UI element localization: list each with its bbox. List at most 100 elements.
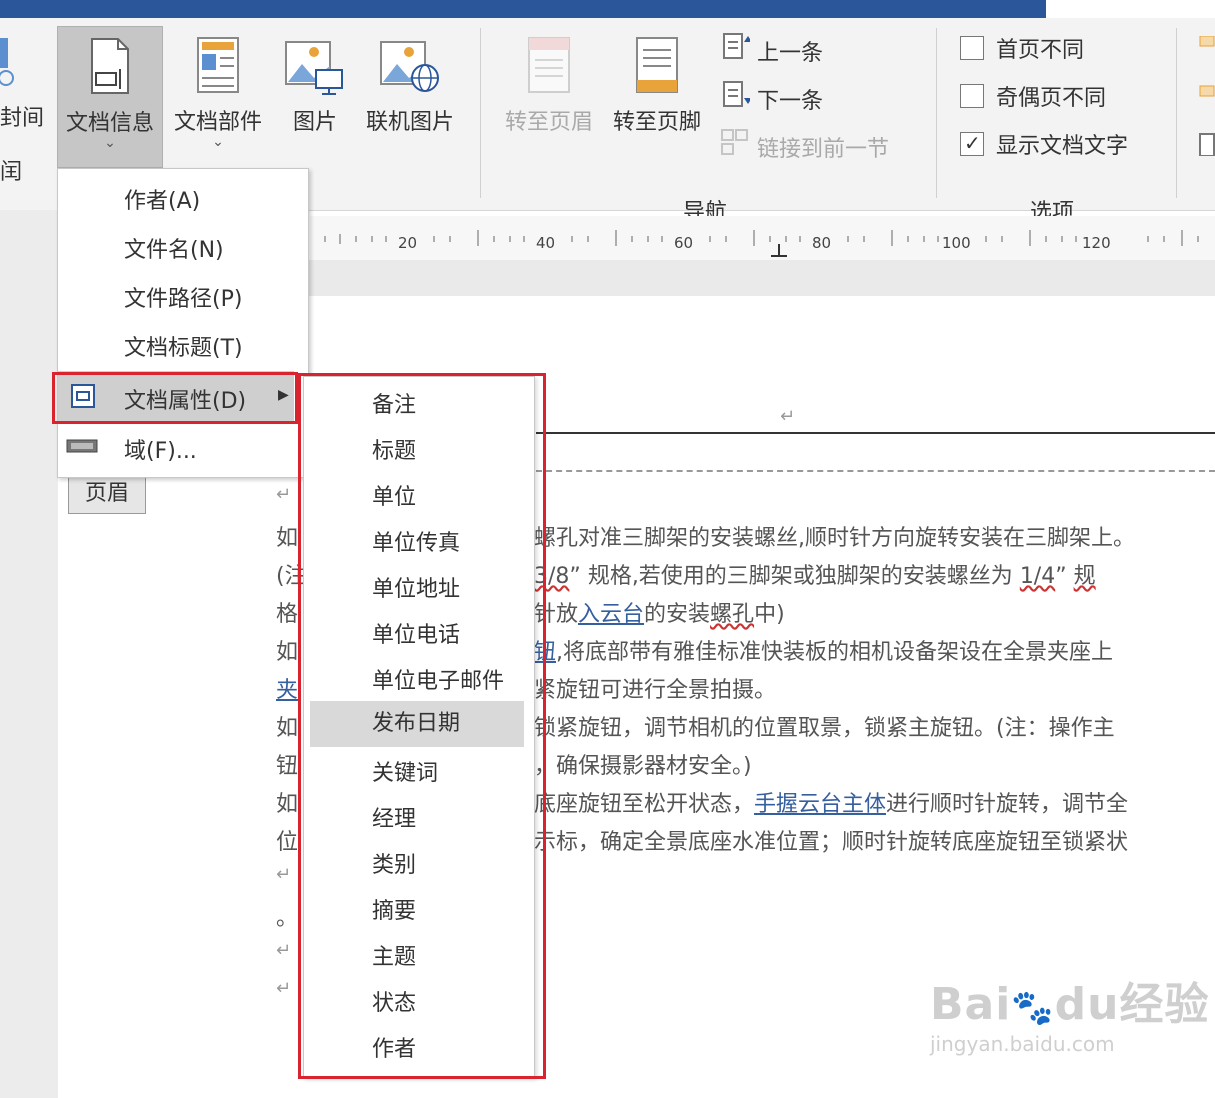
previous-icon [722,33,752,66]
title-bar [0,0,1046,18]
different-first-page-checkbox[interactable] [960,36,984,60]
header-tag: 页眉 [68,476,146,514]
online-pictures-button[interactable]: 联机图片 [358,26,462,166]
text-fragment: 如 [276,526,299,551]
submenu-item[interactable]: 备注 [372,387,416,419]
submenu-item[interactable]: 关键词 [372,755,438,787]
document-line: 示标，确定全景底座水准位置；顺时针旋转底座旋钮至锁紧状 [534,830,1129,855]
goto-footer-label: 转至页脚 [612,110,701,135]
paragraph-mark: ↵ [276,484,292,505]
submenu-item[interactable]: 作者 [372,1031,416,1063]
submenu-item[interactable]: 经理 [372,801,416,833]
text-fragment: 格 [276,602,299,627]
document-line: 紧旋钮可进行全景拍摄。 [534,678,777,703]
online-pictures-label: 联机图片 [365,110,454,135]
document-info-button[interactable]: 文档信息 ⌄ [57,26,163,168]
submenu-item[interactable]: 类别 [372,847,416,879]
baidu-watermark: Bai🐾du经验 jingyan.baidu.com [930,968,1209,1056]
text-fragment: 如 [276,792,299,817]
text-fragment: 如 [276,716,299,741]
header-boundary [536,470,1215,472]
document-line: 锁紧旋钮，调节相机的位置取景，锁紧主旋钮。(注：操作主 [534,716,1115,741]
menu-item-filename[interactable]: 文件名(N) [124,232,224,264]
next-button[interactable]: 下一条 [722,80,823,115]
text-fragment: 位 [276,830,299,855]
different-odd-even-label: 奇偶页不同 [996,86,1107,111]
different-odd-even-checkbox[interactable] [960,84,984,108]
submenu-arrow-icon: ▶ [278,387,289,403]
document-property-submenu: 备注 标题 单位 单位传真 单位地址 单位电话 单位电子邮件 发布日期 关键词 … [303,376,535,1078]
paragraph-mark: ↵ [780,406,796,427]
previous-label: 上一条 [757,41,824,66]
document-line: 螺孔对准三脚架的安装螺丝,顺时针方向旋转安装在三脚架上。 [534,526,1135,551]
partial-left-label[interactable]: 封间 [0,100,44,132]
partial-position-icon[interactable] [1196,35,1215,160]
menu-item-field[interactable]: 域(F)... [124,433,197,465]
previous-button[interactable]: 上一条 [722,32,823,67]
goto-header-icon [527,36,571,100]
document-info-label: 文档信息 [65,111,154,136]
show-document-text-label: 显示文档文字 [996,134,1129,159]
document-info-menu: 作者(A) 文件名(N) 文件路径(P) 文档标题(T) 文档属性(D) ▶ 域… [57,168,309,478]
menu-item-author[interactable]: 作者(A) [124,183,200,215]
submenu-item[interactable]: 标题 [372,433,416,465]
horizontal-ruler[interactable]: 20 40 60 80 100 120 [310,216,1215,261]
text-fragment: 夹 [276,678,299,703]
document-line-2: 3/8” 规格,若使用的三脚架或独脚架的安装螺丝为 1/4” 规 [534,564,1096,589]
watermark-brand-2: du [1054,979,1120,1030]
document-info-icon [88,37,132,101]
quick-parts-button[interactable]: 文档部件 ⌄ [166,26,270,166]
text-fragment: (注 [276,564,307,589]
submenu-item[interactable]: 单位地址 [372,571,460,603]
header-border-line [536,432,1215,434]
submenu-item[interactable]: 单位电话 [372,617,460,649]
document-property-icon [70,383,98,413]
ruler-tick: 80 [812,234,832,252]
next-label: 下一条 [757,89,824,114]
watermark-url: jingyan.baidu.com [930,1032,1115,1056]
group-divider [936,28,937,198]
paragraph-mark: ↵ [276,978,292,999]
submenu-item-highlighted[interactable]: 发布日期 [310,701,524,747]
paragraph-mark: ↵ [276,940,292,961]
document-line-8: 底座旋钮至松开状态，手握云台主体进行顺时针旋转，调节全 [534,792,1129,817]
show-document-text-checkbox[interactable] [960,131,984,156]
menu-item-filepath[interactable]: 文件路径(P) [124,281,242,313]
menu-item-document-title[interactable]: 文档标题(T) [124,330,243,362]
next-icon [722,81,752,114]
link-to-previous-button[interactable]: 链接到前一节 [720,128,889,163]
submenu-item[interactable]: 主题 [372,939,416,971]
partial-clock-icon [0,38,14,88]
watermark-brand: Bai [930,979,1012,1030]
pictures-button[interactable]: 图片 [275,26,355,166]
submenu-item[interactable]: 摘要 [372,893,416,925]
goto-header-button[interactable]: 转至页眉 [496,26,602,166]
goto-footer-button[interactable]: 转至页脚 [604,26,710,166]
document-line: ，确保摄影器材安全。) [534,754,752,779]
quick-parts-label: 文档部件 [173,110,262,135]
text-fragment: 。 [276,906,299,931]
text-fragment: 如 [276,640,299,665]
pictures-label: 图片 [292,110,337,135]
submenu-item[interactable]: 单位 [372,479,416,511]
watermark-brand-cn: 经验 [1119,979,1210,1030]
ruler-tick: 100 [942,234,971,252]
link-to-previous-label: 链接到前一节 [757,137,890,162]
tab-stop-marker[interactable] [771,244,787,257]
document-line-3: 针放入云台的安装螺孔中) [534,602,785,627]
document-property-label: 文档属性(D) [124,389,247,414]
menu-item-document-property[interactable]: 文档属性(D) ▶ [58,371,294,421]
field-icon [66,437,100,461]
text-fragment: 钮 [276,754,299,779]
paw-icon: 🐾 [1011,988,1055,1028]
ruler-tick: 20 [398,234,418,252]
submenu-item[interactable]: 状态 [372,985,416,1017]
goto-footer-icon [635,36,679,100]
chevron-down-icon: ⌄ [212,134,224,150]
submenu-item[interactable]: 单位传真 [372,525,460,557]
different-first-page-label: 首页不同 [996,38,1085,63]
submenu-item[interactable]: 单位电子邮件 [372,663,504,695]
ruler-tick: 40 [536,234,556,252]
left-gutter [0,210,58,1098]
group-divider [480,28,481,198]
